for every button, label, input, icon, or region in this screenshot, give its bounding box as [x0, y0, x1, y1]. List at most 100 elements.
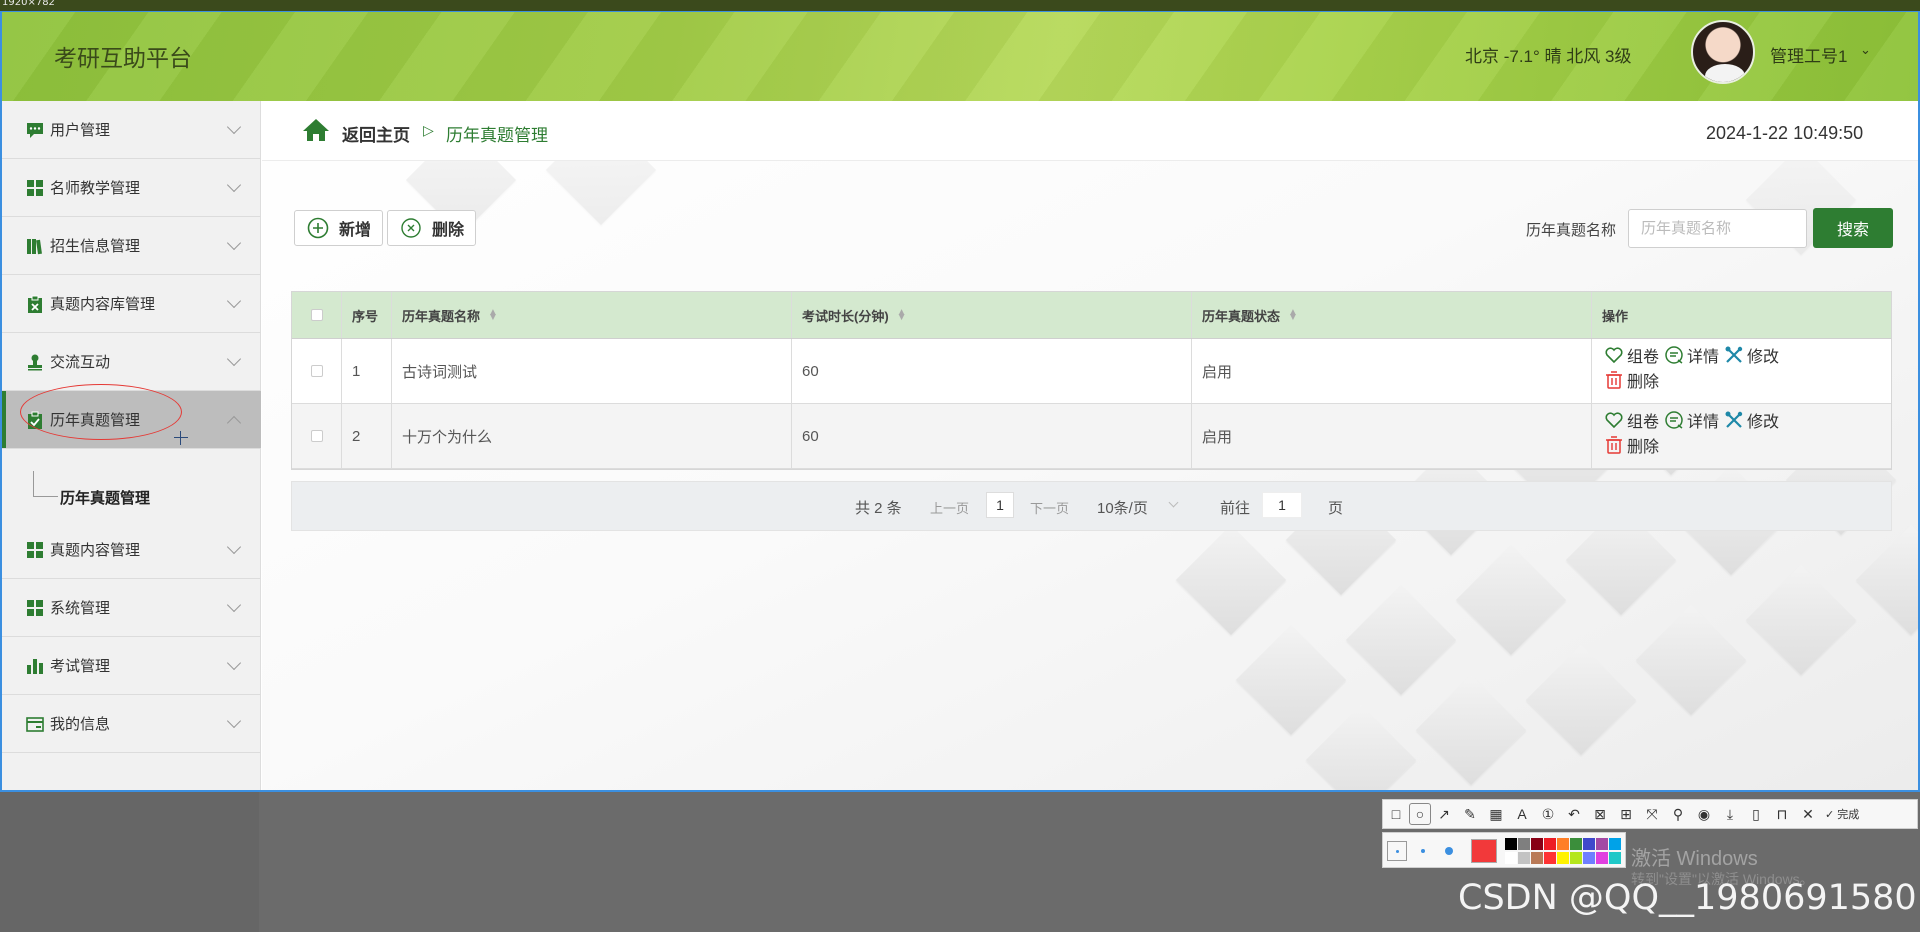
- color-swatch[interactable]: [1570, 838, 1582, 850]
- mosaic-tool-icon[interactable]: ▦: [1483, 801, 1509, 827]
- breadcrumb-home-link[interactable]: 返回主页: [342, 121, 410, 146]
- edit-button[interactable]: 修改: [1724, 343, 1779, 367]
- delete-button[interactable]: 删除: [387, 210, 476, 246]
- pin-icon[interactable]: ⚲: [1665, 801, 1691, 827]
- sort-icon[interactable]: ▲ ▼: [488, 308, 498, 323]
- select-all-checkbox[interactable]: [310, 309, 323, 321]
- color-swatch[interactable]: [1609, 838, 1621, 850]
- capture-size-strip: 1920×782: [0, 0, 1920, 11]
- text-tool-icon[interactable]: A: [1509, 801, 1535, 827]
- row-checkbox[interactable]: [310, 430, 323, 442]
- detail-icon: [1665, 346, 1683, 364]
- color-swatch[interactable]: [1505, 852, 1517, 864]
- color-swatch[interactable]: [1596, 852, 1608, 864]
- prev-page-button[interactable]: 上一页: [930, 498, 969, 517]
- row-delete-button[interactable]: 删除: [1604, 433, 1659, 457]
- color-swatch[interactable]: [1544, 838, 1556, 850]
- breadcrumb: 返回主页 ▷ 历年真题管理 2024-1-22 10:49:50: [262, 101, 1918, 161]
- color-swatch[interactable]: [1505, 838, 1517, 850]
- compose-paper-button[interactable]: 组卷: [1604, 408, 1659, 432]
- color-swatch[interactable]: [1518, 838, 1530, 850]
- undo-icon[interactable]: ↶: [1561, 801, 1587, 827]
- user-menu[interactable]: 管理工号1: [1770, 42, 1847, 67]
- color-swatch[interactable]: [1583, 838, 1595, 850]
- sidebar-item-label: 交流互动: [50, 354, 111, 371]
- number-tool-icon[interactable]: ①: [1535, 801, 1561, 827]
- color-swatch[interactable]: [1609, 852, 1621, 864]
- download-icon[interactable]: ⤓: [1717, 801, 1743, 827]
- translate-icon[interactable]: ⊠: [1587, 801, 1613, 827]
- color-swatch[interactable]: [1531, 838, 1543, 850]
- top-header: 考研互助平台 北京 -7.1° 晴 北风 3级 管理工号1 ⌄: [2, 12, 1918, 101]
- large-size-option[interactable]: [1439, 841, 1459, 861]
- close-icon[interactable]: ✕: [1795, 801, 1821, 827]
- add-button[interactable]: 新增: [294, 210, 383, 246]
- color-swatch[interactable]: [1557, 852, 1569, 864]
- detail-button[interactable]: 详情: [1664, 408, 1719, 432]
- color-swatch[interactable]: [1518, 852, 1530, 864]
- color-swatch[interactable]: [1596, 838, 1608, 850]
- sort-icon[interactable]: ▲ ▼: [1288, 308, 1298, 323]
- color-swatch[interactable]: [1531, 852, 1543, 864]
- color-swatch[interactable]: [1570, 852, 1582, 864]
- row-delete-label: 删除: [1627, 439, 1660, 456]
- column-header-status[interactable]: 历年真题状态 ▲ ▼: [1192, 292, 1592, 338]
- page-size-select[interactable]: 10条/页: [1097, 497, 1148, 518]
- search-label: 历年真题名称: [1526, 222, 1617, 239]
- sidebar-item-exam[interactable]: 考试管理: [2, 637, 261, 695]
- sidebar-item-user-management[interactable]: 用户管理: [2, 101, 261, 159]
- home-icon[interactable]: [302, 118, 330, 142]
- search-button[interactable]: 搜索: [1813, 208, 1893, 248]
- color-swatch[interactable]: [1544, 852, 1556, 864]
- bookmark-icon[interactable]: ⊓: [1769, 801, 1795, 827]
- plus-circle-icon: [307, 217, 329, 239]
- scroll-capture-icon[interactable]: ⤧: [1639, 801, 1665, 827]
- next-page-button[interactable]: 下一页: [1030, 498, 1069, 517]
- sidebar-item-label: 用户管理: [50, 122, 111, 139]
- goto-page-input[interactable]: 1: [1262, 492, 1302, 518]
- chevron-down-icon[interactable]: ⌄: [1860, 42, 1871, 58]
- small-size-option[interactable]: [1387, 841, 1407, 861]
- check-icon: ✓: [1825, 808, 1838, 821]
- color-swatch[interactable]: [1583, 852, 1595, 864]
- column-header-name[interactable]: 历年真题名称 ▲ ▼: [392, 292, 792, 338]
- detail-label: 详情: [1687, 349, 1720, 366]
- sidebar-item-question-content[interactable]: 真题内容管理: [2, 521, 261, 579]
- detail-button[interactable]: 详情: [1664, 343, 1719, 367]
- pagination: 共 2 条 上一页 1 下一页 10条/页 前往 1 页: [291, 481, 1892, 531]
- edit-button[interactable]: 修改: [1724, 408, 1779, 432]
- ocr-icon[interactable]: ⊞: [1613, 801, 1639, 827]
- row-checkbox[interactable]: [310, 365, 323, 377]
- chevron-down-icon: [226, 235, 242, 250]
- sort-icon[interactable]: ▲ ▼: [897, 308, 907, 323]
- column-header-duration[interactable]: 考试时长(分钟) ▲ ▼: [792, 292, 1192, 338]
- rectangle-tool-icon[interactable]: □: [1383, 801, 1409, 827]
- edit-label: 修改: [1747, 414, 1780, 431]
- sidebar-item-question-library[interactable]: 真题内容库管理: [2, 275, 261, 333]
- sidebar-subitem-past-papers[interactable]: 历年真题管理: [2, 471, 261, 521]
- data-table: 序号 历年真题名称 ▲ ▼ 考试时长(分钟) ▲ ▼ 历年真题状态 ▲ ▼ 操作 1 古诗词…: [291, 291, 1892, 470]
- color-swatch[interactable]: [1557, 838, 1569, 850]
- arrow-tool-icon[interactable]: ↗: [1431, 801, 1457, 827]
- sidebar-item-admission-management[interactable]: 招生信息管理: [2, 217, 261, 275]
- sidebar-item-system[interactable]: 系统管理: [2, 579, 261, 637]
- medium-size-option[interactable]: [1413, 841, 1433, 861]
- tools-icon: [1725, 346, 1743, 363]
- record-icon[interactable]: ◉: [1691, 801, 1717, 827]
- row-delete-button[interactable]: 删除: [1604, 368, 1659, 392]
- row-actions: 组卷 详情 修改 删除: [1592, 404, 1893, 468]
- avatar[interactable]: [1691, 20, 1755, 84]
- sidebar-item-my-info[interactable]: 我的信息: [2, 695, 261, 753]
- search-input[interactable]: [1628, 209, 1807, 248]
- sidebar-item-communication[interactable]: 交流互动: [2, 333, 261, 391]
- compose-paper-button[interactable]: 组卷: [1604, 343, 1659, 367]
- chevron-down-icon[interactable]: [1168, 497, 1179, 508]
- ellipse-tool-icon[interactable]: ○: [1409, 803, 1431, 825]
- chevron-down-icon: [226, 119, 242, 134]
- done-button[interactable]: ✓ 完成: [1825, 806, 1859, 822]
- current-color-swatch[interactable]: [1471, 839, 1497, 863]
- current-page-number[interactable]: 1: [986, 492, 1014, 518]
- pen-tool-icon[interactable]: ✎: [1457, 801, 1483, 827]
- sidebar-item-teacher-management[interactable]: 名师教学管理: [2, 159, 261, 217]
- phone-icon[interactable]: ▯: [1743, 801, 1769, 827]
